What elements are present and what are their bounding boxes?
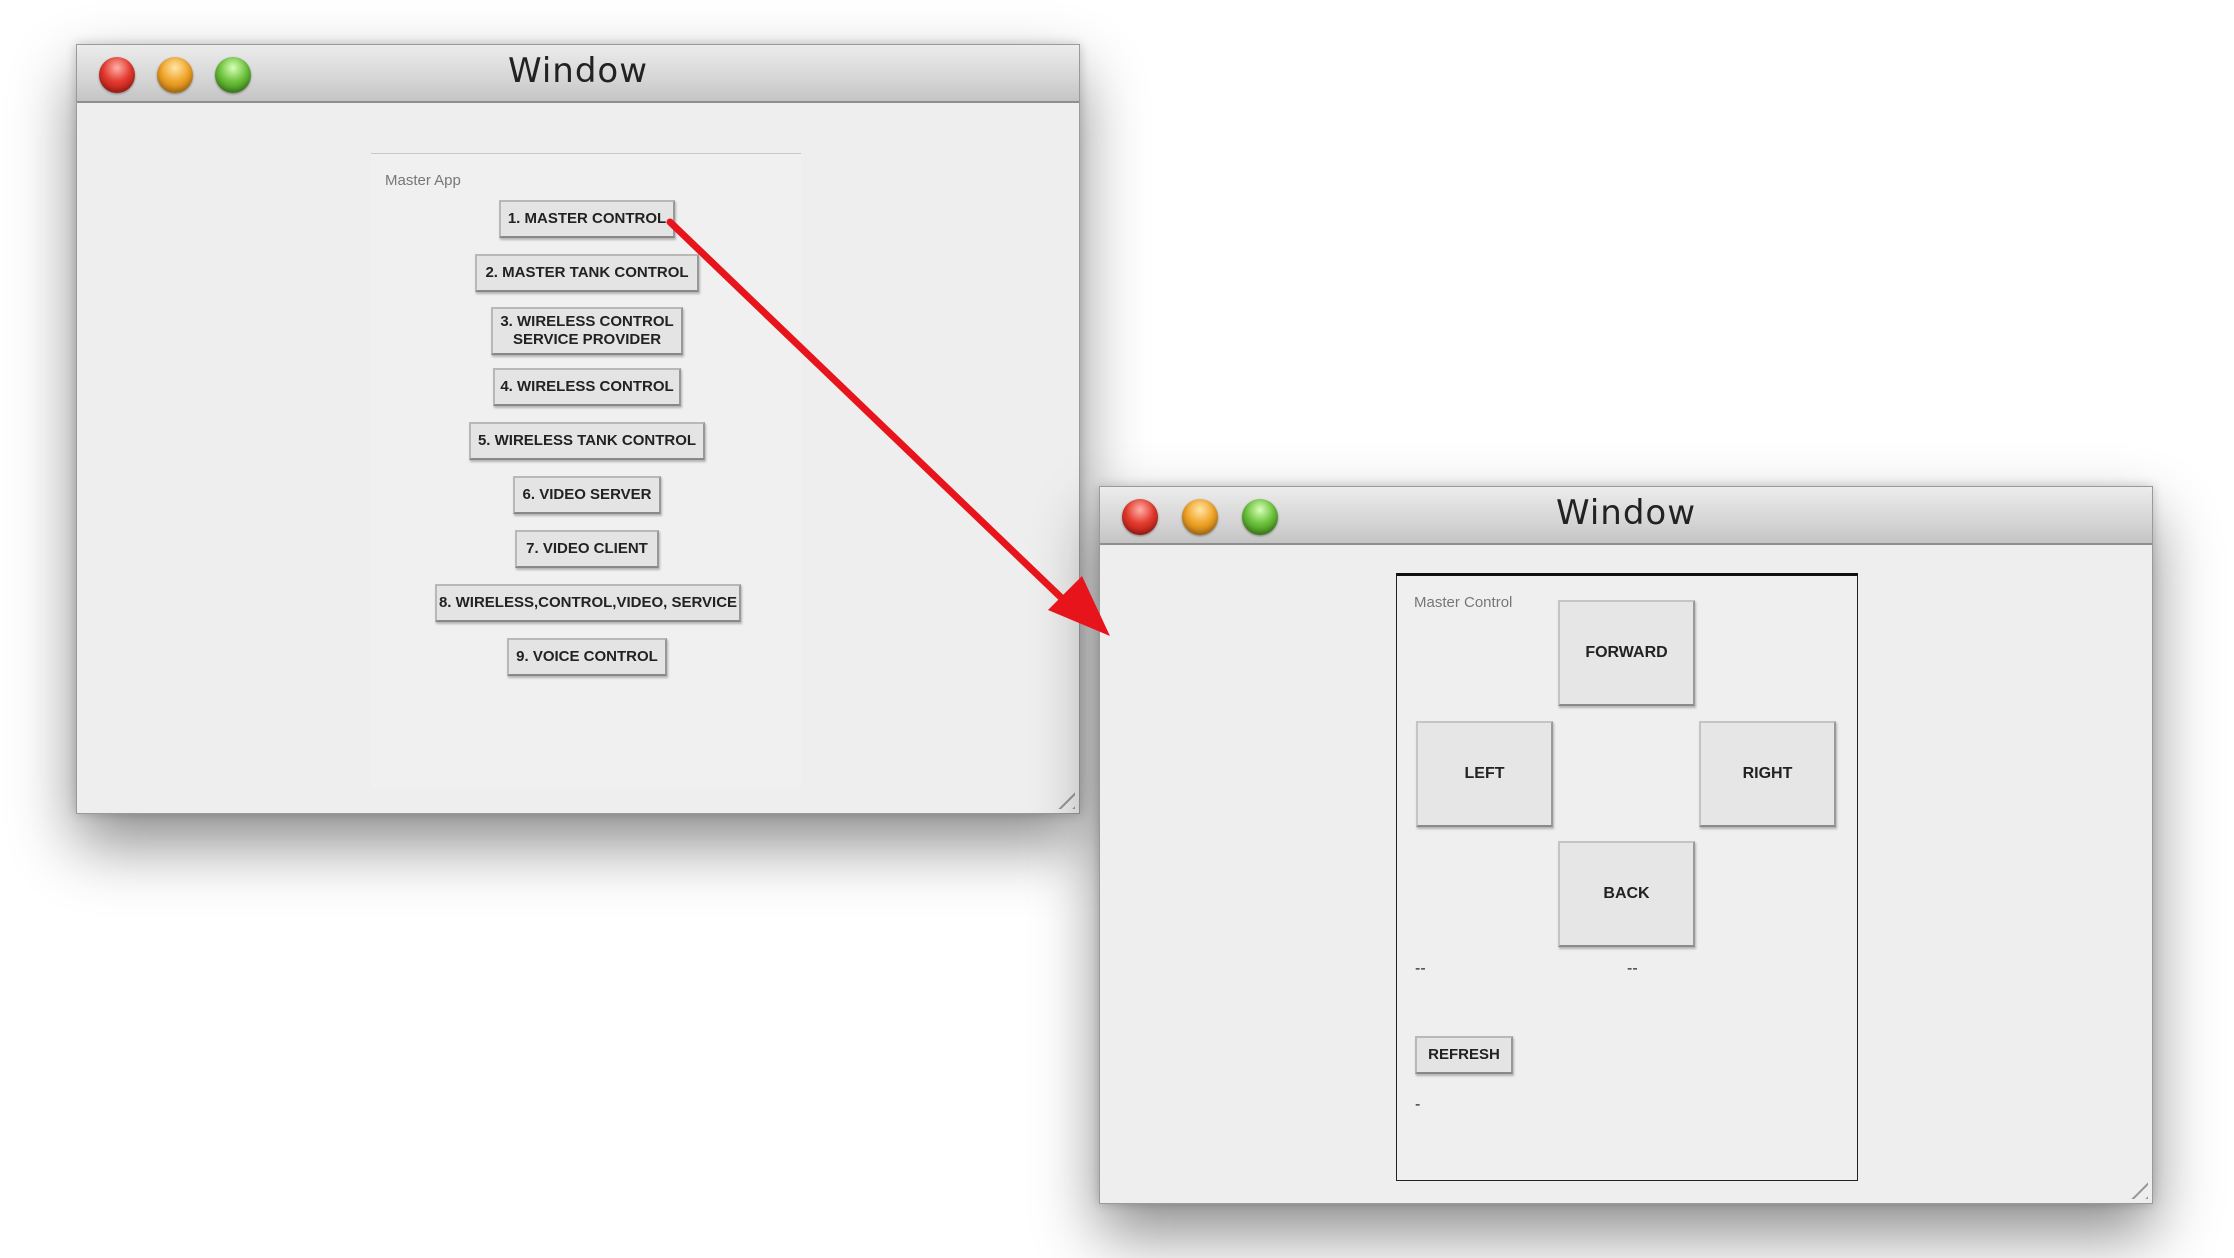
status-left-text: -- — [1415, 960, 1426, 977]
voice-control-button[interactable]: 9. VOICE CONTROL — [507, 638, 667, 676]
wireless-control-service-provider-button[interactable]: 3. WIRELESS CONTROL SERVICE PROVIDER — [491, 307, 683, 355]
master-control-window: Window Master Control FORWARD LEFT RIGHT… — [1099, 486, 2153, 1204]
master-control-panel: Master Control FORWARD LEFT RIGHT BACK -… — [1396, 573, 1858, 1181]
status-right-text: -- — [1627, 960, 1638, 977]
forward-button[interactable]: FORWARD — [1558, 600, 1695, 706]
wireless-control-video-service-button[interactable]: 8. WIRELESS,CONTROL,VIDEO, SERVICE — [435, 584, 741, 622]
video-client-button[interactable]: 7. VIDEO CLIENT — [515, 530, 659, 568]
master-app-panel: Master App 1. MASTER CONTROL 2. MASTER T… — [371, 153, 801, 789]
master-tank-control-button[interactable]: 2. MASTER TANK CONTROL — [475, 254, 699, 292]
master-control-button[interactable]: 1. MASTER CONTROL — [499, 200, 675, 238]
video-server-button[interactable]: 6. VIDEO SERVER — [513, 476, 661, 514]
title-bar[interactable]: Window — [1100, 487, 2152, 545]
window-title: Window — [507, 51, 649, 91]
wireless-control-button[interactable]: 4. WIRELESS CONTROL — [493, 368, 681, 406]
left-button[interactable]: LEFT — [1416, 721, 1553, 827]
resize-grip-icon[interactable] — [1049, 783, 1075, 809]
window-title: Window — [1555, 493, 1697, 533]
panel-label: Master App — [385, 172, 461, 189]
back-button[interactable]: BACK — [1558, 841, 1695, 947]
title-bar[interactable]: Window — [77, 45, 1079, 103]
panel-label: Master Control — [1414, 594, 1513, 611]
master-app-window: Window Master App 1. MASTER CONTROL 2. M… — [76, 44, 1080, 814]
refresh-button[interactable]: REFRESH — [1415, 1036, 1513, 1074]
result-text: - — [1415, 1096, 1421, 1113]
right-button[interactable]: RIGHT — [1699, 721, 1836, 827]
resize-grip-icon[interactable] — [2122, 1173, 2148, 1199]
wireless-tank-control-button[interactable]: 5. WIRELESS TANK CONTROL — [469, 422, 705, 460]
